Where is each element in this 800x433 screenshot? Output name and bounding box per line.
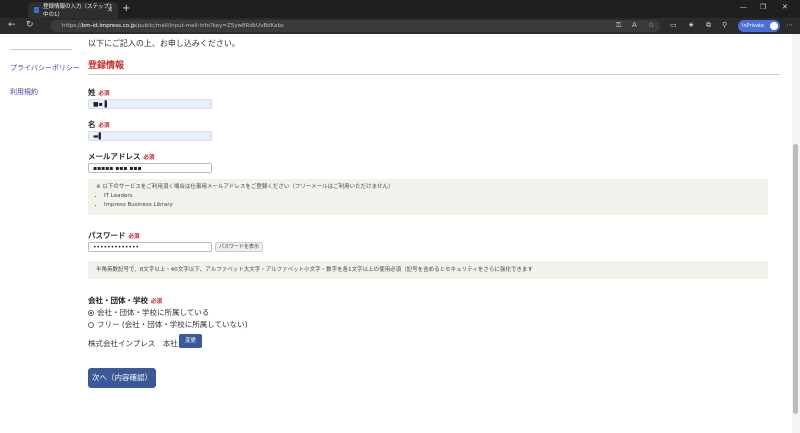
read-aloud-icon[interactable]: A — [632, 21, 637, 29]
email-label: メールアドレス 必須 — [88, 151, 155, 162]
password-note: 半角英数記号で、8文字以上・40文字以下、アルファベット大文字・アルファベット小… — [88, 261, 768, 279]
email-input[interactable]: ▪▪▪▪▪ ▪▪▪ ▪▪▪ — [88, 163, 212, 173]
org-label: 会社・団体・学校 必須 — [88, 295, 162, 306]
show-password-button[interactable]: パスワードを表示 — [215, 242, 264, 252]
minimize-icon[interactable]: — — [740, 3, 747, 11]
tab-bar: 登録情報の入力（ステップ1中の1） ✕ + — ❐ ✕ — [0, 0, 800, 18]
more-menu-icon[interactable]: ⋯ — [786, 21, 793, 29]
url-prefix: https:// — [62, 23, 82, 29]
url-path: /public/mail/input-mail-info?key=Z5yw8Rd… — [135, 23, 284, 29]
radio-checked-icon[interactable] — [88, 309, 94, 316]
password-label-text: パスワード — [88, 231, 126, 240]
profile-icon — [770, 22, 778, 30]
collections-icon[interactable]: ⧉ — [706, 21, 711, 30]
profile-button[interactable]: InPrivate — [738, 20, 780, 32]
split-screen-icon[interactable]: ▭ — [670, 21, 677, 29]
scrollbar-thumb[interactable] — [793, 144, 798, 414]
company-name: 株式会社インプレス 本社 — [88, 339, 178, 348]
browser-tab[interactable]: 登録情報の入力（ステップ1中の1） ✕ — [28, 2, 118, 18]
required-badge: 必須 — [143, 155, 155, 161]
org-option-affiliated[interactable]: 会社・団体・学校に所属している — [88, 307, 209, 318]
url-host: bm-id.impress.co.jp — [81, 23, 136, 29]
section-title: 登録情報 — [88, 61, 125, 71]
change-button[interactable]: 変更 — [179, 334, 202, 348]
profile-label: InPrivate — [742, 23, 765, 29]
org-option-label: フリー (会社・団体・学校に所属していない) — [97, 320, 248, 329]
new-tab-icon[interactable]: + — [122, 3, 130, 14]
first-name-label: 名必須 — [88, 119, 110, 130]
last-name-label: 姓必須 — [88, 87, 110, 98]
browser-toolbar: ← ↻ https://bm-id.impress.co.jp/public/m… — [0, 18, 800, 34]
last-name-input[interactable]: ■▪ ▌ — [88, 99, 212, 109]
show-password-label: パスワードを表示 — [219, 244, 260, 250]
first-name-input[interactable]: ▬▌ — [88, 131, 212, 141]
org-label-text: 会社・団体・学校 — [88, 296, 148, 305]
refresh-icon[interactable]: ↻ — [26, 20, 34, 30]
intro-text: 以下にご記入の上、お申し込みください。 — [88, 39, 240, 48]
extensions-icon[interactable]: ⚲ — [722, 21, 727, 29]
required-badge: 必須 — [151, 299, 163, 305]
maximize-icon[interactable]: ❐ — [760, 3, 766, 11]
last-name-label-text: 姓 — [88, 88, 96, 97]
service-item: IT Leaders — [104, 192, 760, 201]
page-content: プライバシーポリシー 利用規約 以下にご記入の上、お申し込みください。 登録情報… — [0, 34, 792, 433]
section-divider — [88, 74, 780, 75]
email-label-text: メールアドレス — [88, 152, 141, 161]
scrollbar[interactable] — [792, 34, 800, 433]
close-tab-icon[interactable]: ✕ — [107, 6, 113, 14]
address-bar[interactable]: https://bm-id.impress.co.jp/public/mail/… — [50, 20, 660, 32]
sidebar-divider — [10, 49, 72, 50]
first-name-label-text: 名 — [88, 120, 96, 129]
password-input[interactable]: ••••••••••••• — [88, 242, 212, 252]
required-badge: 必須 — [128, 234, 140, 240]
required-badge: 必須 — [98, 123, 110, 129]
sidebar-item-terms[interactable]: 利用規約 — [10, 87, 38, 97]
email-note: ※ 以下のサービスをご利用頂く場合は仕事用メールアドレスをご登録ください（フリー… — [88, 179, 768, 215]
next-button[interactable]: 次へ（内容確認） — [88, 368, 156, 388]
service-item: Impress Business Library — [104, 201, 760, 210]
org-option-freelance[interactable]: フリー (会社・団体・学校に所属していない) — [88, 319, 248, 330]
radio-unchecked-icon[interactable] — [88, 321, 94, 328]
required-badge: 必須 — [98, 91, 110, 97]
org-option-label: 会社・団体・学校に所属している — [97, 308, 210, 317]
sidebar-item-privacy[interactable]: プライバシーポリシー — [10, 63, 80, 73]
favicon-icon — [34, 7, 40, 13]
email-note-text: ※ 以下のサービスをご利用頂く場合は仕事用メールアドレスをご登録ください（フリー… — [96, 184, 394, 190]
close-window-icon[interactable]: ✕ — [782, 3, 788, 11]
password-label: パスワード 必須 — [88, 230, 140, 241]
favorite-star-icon[interactable]: ☆ — [648, 21, 654, 29]
back-icon[interactable]: ← — [8, 20, 16, 30]
favorites-icon[interactable]: ★ — [688, 21, 694, 29]
key-icon[interactable]: ⚿ — [616, 21, 621, 30]
